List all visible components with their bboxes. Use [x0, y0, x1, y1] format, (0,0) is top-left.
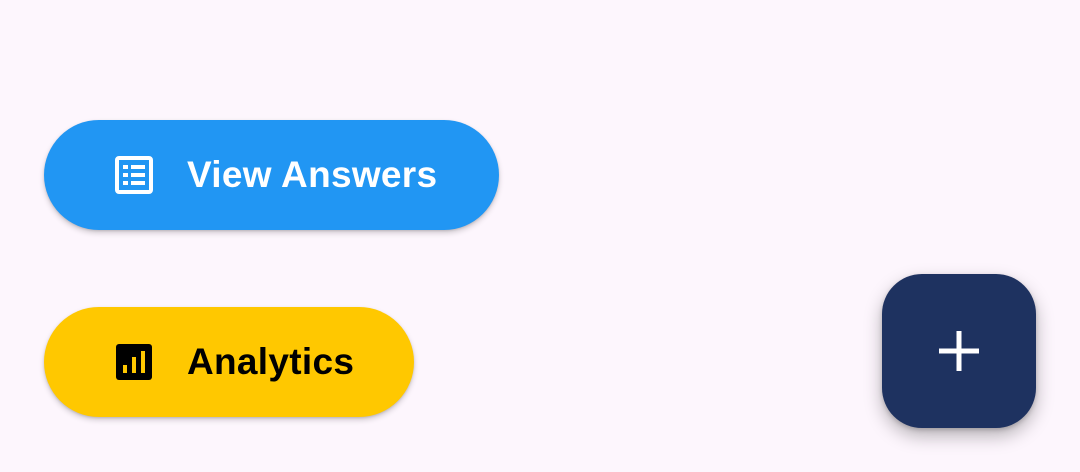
- plus-icon: [939, 331, 979, 371]
- analytics-label: Analytics: [187, 341, 355, 382]
- view-answers-label: View Answers: [187, 154, 438, 195]
- list-alt-icon: [115, 156, 153, 194]
- screen: View Answers Analytics: [0, 0, 1080, 472]
- analytics-button[interactable]: Analytics: [44, 307, 414, 417]
- bar-chart-icon: [116, 344, 152, 380]
- add-fab-button[interactable]: [882, 274, 1036, 428]
- view-answers-button[interactable]: View Answers: [44, 120, 499, 230]
